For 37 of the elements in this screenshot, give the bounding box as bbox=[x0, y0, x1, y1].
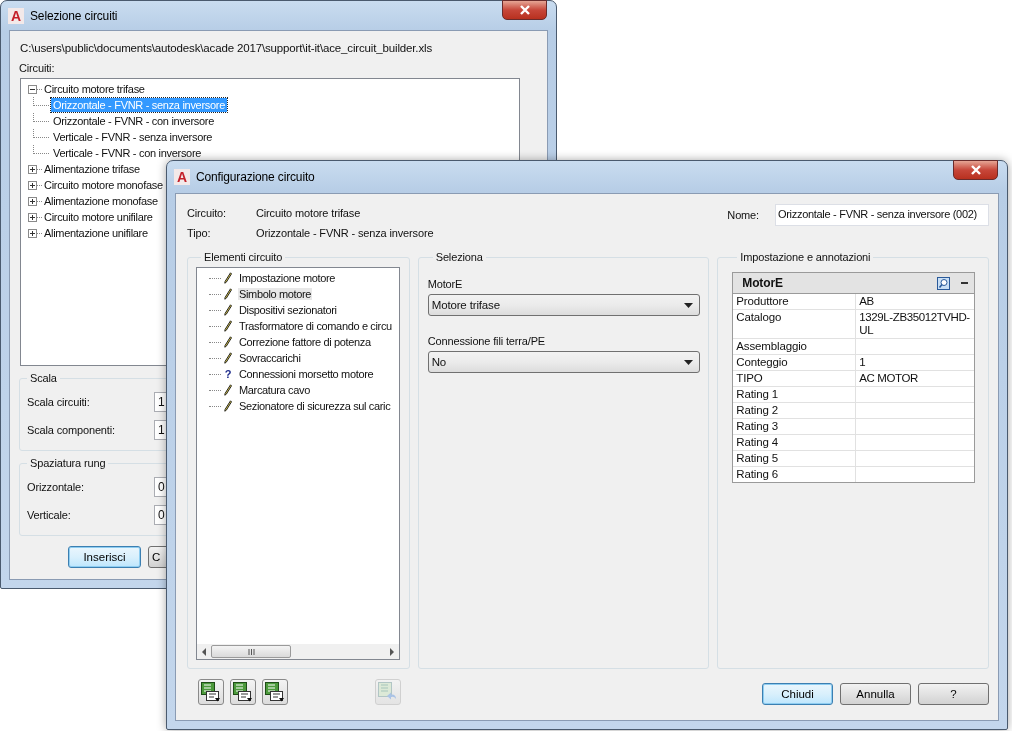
field-label: Tipo: bbox=[187, 227, 212, 239]
property-name: Rating 1 bbox=[733, 387, 857, 402]
field-label: MotorE bbox=[427, 277, 464, 292]
field-label: Orizzontale: bbox=[27, 481, 85, 493]
dropdown-value: Motore trifase bbox=[431, 299, 500, 311]
property-name: Conteggio bbox=[733, 355, 857, 370]
field-label: Verticale: bbox=[27, 509, 72, 521]
property-name: Produttore bbox=[733, 294, 857, 309]
field-label: Scala componenti: bbox=[27, 424, 116, 436]
app-logo: A bbox=[8, 7, 24, 24]
group-title: Seleziona bbox=[434, 251, 484, 263]
field-label: Connessione fili terra/PE bbox=[427, 334, 547, 349]
group-title: Impostazione e annotazioni bbox=[739, 251, 872, 263]
field-value: Orizzontale - FVNR - senza inversore bbox=[256, 227, 434, 239]
group-title: Elementi circuito bbox=[203, 251, 284, 263]
grid-title: MotorE bbox=[742, 276, 784, 290]
field-value: Circuito motore trifase bbox=[256, 207, 361, 219]
question-icon: ? bbox=[224, 368, 232, 380]
group-title: Spaziatura rung bbox=[29, 457, 107, 469]
property-name: Rating 5 bbox=[733, 451, 857, 466]
dropdown-value: No bbox=[431, 356, 447, 368]
window-title: Selezione circuiti bbox=[30, 8, 118, 23]
file-path: C:\users\public\documents\autodesk\acade 2017\support\it-it\ace_circuit_builder.xls bbox=[20, 42, 433, 54]
property-name: Assemblaggio bbox=[733, 339, 857, 354]
property-name: Rating 2 bbox=[733, 403, 857, 418]
property-name: Rating 3 bbox=[733, 419, 857, 434]
window-title: Configurazione circuito bbox=[196, 170, 315, 184]
field-label: Scala circuiti: bbox=[27, 396, 91, 408]
app-logo: A bbox=[174, 169, 190, 185]
group-title: Scala bbox=[29, 372, 58, 384]
tree-label: Circuiti: bbox=[19, 62, 56, 74]
field-label: Circuito: bbox=[187, 207, 227, 219]
property-name: Rating 6 bbox=[733, 467, 857, 482]
property-name: Catalogo bbox=[733, 310, 857, 338]
field-label: Nome: bbox=[727, 209, 759, 221]
property-name: Rating 4 bbox=[733, 435, 857, 450]
property-name: TIPO bbox=[733, 371, 857, 386]
